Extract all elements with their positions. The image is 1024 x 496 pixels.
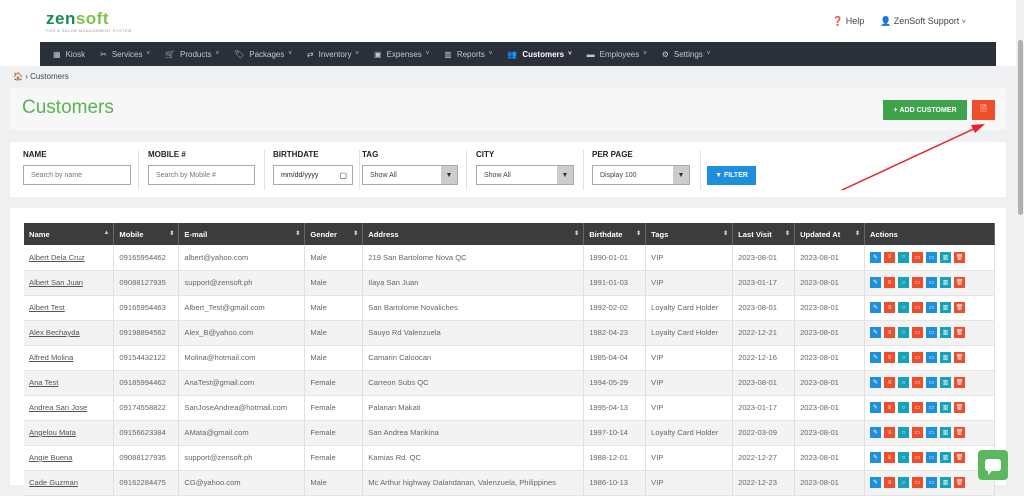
scrollbar-thumb[interactable] (1018, 40, 1023, 215)
chat-bubble-icon (985, 459, 1001, 475)
chat-button[interactable] (978, 450, 1008, 480)
annotation-arrow (841, 124, 985, 191)
